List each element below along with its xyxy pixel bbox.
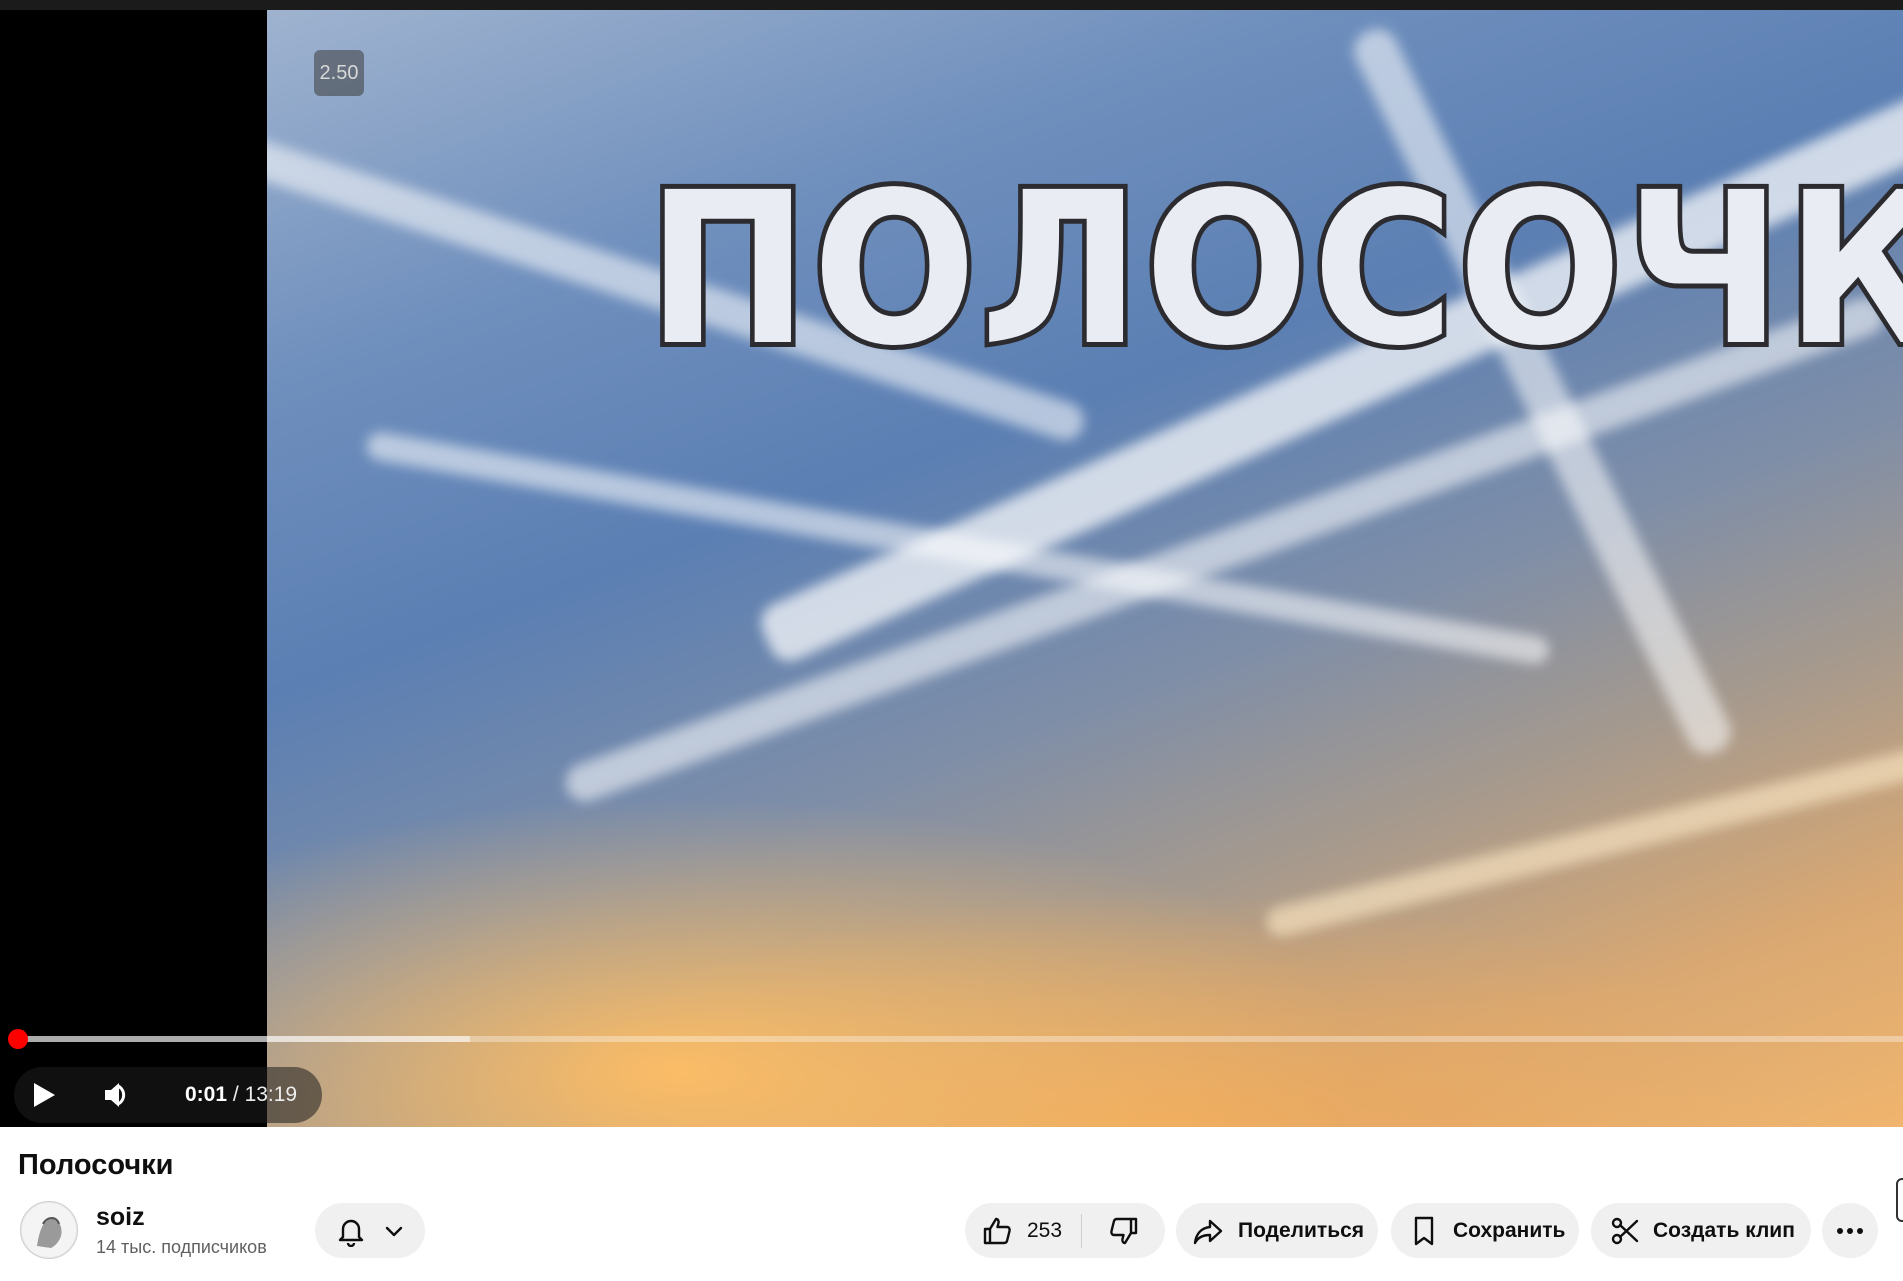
edge-panel-tab[interactable]: [1896, 1178, 1903, 1222]
clip-label: Создать клип: [1653, 1218, 1795, 1242]
video-title: Полосочки: [18, 1149, 174, 1181]
create-clip-button[interactable]: Создать клип: [1591, 1203, 1811, 1258]
time-separator: /: [232, 1083, 239, 1106]
video-frame[interactable]: полосочки: [267, 10, 1903, 1127]
progress-buffered: [18, 1036, 471, 1042]
top-bar: [0, 0, 1903, 10]
volume-button[interactable]: [92, 1070, 142, 1120]
like-dislike-group: 253: [965, 1203, 1165, 1258]
time-duration: 13:19: [244, 1083, 298, 1106]
thumbs-up-icon: [983, 1217, 1011, 1244]
dislike-button[interactable]: [1082, 1215, 1165, 1247]
bookmark-icon: [1414, 1216, 1434, 1245]
play-button[interactable]: [18, 1070, 68, 1120]
video-player[interactable]: полосочки 2.50 0:01 / 13:19: [0, 10, 1903, 1127]
time-display: 0:01 / 13:19: [185, 1080, 297, 1110]
cloud-streak: [1263, 692, 1903, 940]
share-button[interactable]: Поделиться: [1176, 1203, 1378, 1258]
subscriber-count: 14 тыс. подписчиков: [96, 1237, 267, 1257]
time-current: 0:01: [185, 1083, 228, 1106]
share-label: Поделиться: [1238, 1218, 1365, 1242]
bell-icon: [338, 1219, 364, 1247]
scissors-icon: [1611, 1217, 1639, 1244]
avatar-portrait-icon: [22, 1203, 76, 1257]
more-dots-icon: [1837, 1227, 1863, 1234]
video-overlay-title: полосочки: [642, 147, 1903, 392]
channel-name[interactable]: soiz: [96, 1203, 145, 1232]
share-arrow-icon: [1193, 1219, 1223, 1244]
notification-bell-button[interactable]: [315, 1203, 425, 1258]
save-label: Сохранить: [1453, 1218, 1566, 1242]
like-button[interactable]: 253: [965, 1215, 1081, 1247]
progress-bar[interactable]: [18, 1036, 1903, 1042]
progress-scrubber-handle[interactable]: [8, 1029, 28, 1049]
save-button[interactable]: Сохранить: [1391, 1203, 1579, 1258]
chevron-down-icon: [385, 1226, 403, 1236]
like-count: 253: [1027, 1218, 1063, 1242]
speed-badge: 2.50: [314, 50, 364, 96]
volume-icon: [105, 1083, 126, 1107]
channel-avatar[interactable]: [20, 1201, 78, 1259]
more-actions-button[interactable]: [1822, 1203, 1878, 1258]
play-icon: [34, 1083, 55, 1107]
thumbs-down-icon: [1109, 1217, 1137, 1244]
